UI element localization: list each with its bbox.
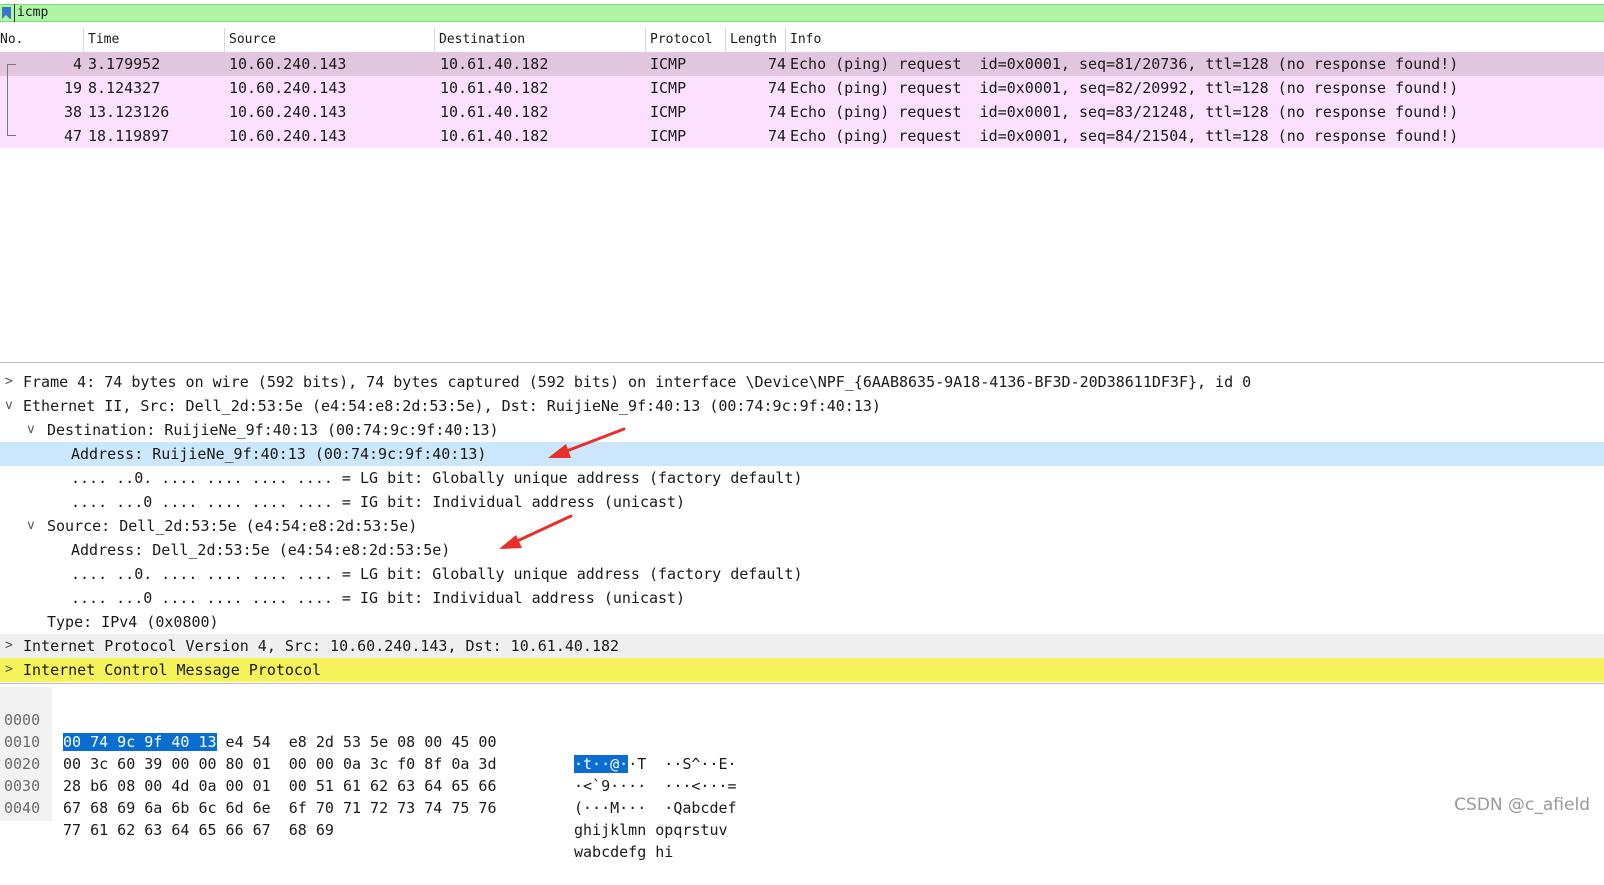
tree-item-source[interactable]: v Source: Dell_2d:53:5e (e4:54:e8:2d:53:…: [0, 514, 1604, 538]
packet-destination: 10.61.40.182: [440, 103, 549, 121]
packet-row[interactable]: 4 3.179952 10.60.240.143 10.61.40.182 IC…: [0, 52, 1604, 76]
column-header-time[interactable]: Time: [84, 28, 225, 52]
packet-protocol: ICMP: [650, 79, 687, 97]
packet-length: 74: [767, 127, 786, 145]
column-header-source[interactable]: Source: [225, 28, 435, 52]
packet-destination: 10.61.40.182: [440, 127, 549, 145]
hex-bytes: 00 74 9c 9f 40 13 e4 54 e8 2d 53 5e 08 0…: [63, 731, 497, 753]
tree-item-label: Frame 4: 74 bytes on wire (592 bits), 74…: [23, 373, 1252, 391]
tree-item-label: Type: IPv4 (0x0800): [47, 613, 219, 631]
packet-list-header: No. Time Source Destination Protocol Len…: [0, 28, 1604, 52]
hex-bytes: 67 68 69 6a 6b 6c 6d 6e 6f 70 71 72 73 7…: [63, 799, 497, 817]
column-header-destination[interactable]: Destination: [435, 28, 646, 52]
packet-protocol: ICMP: [650, 127, 687, 145]
tree-item-ig-bit[interactable]: .... ...0 .... .... .... .... = IG bit: …: [0, 490, 1604, 514]
packet-row[interactable]: 38 13.123126 10.60.240.143 10.61.40.182 …: [0, 100, 1604, 124]
tree-item-label: .... ..0. .... .... .... .... = LG bit: …: [71, 565, 803, 583]
bookmark-icon[interactable]: [2, 7, 11, 19]
ascii-text: wabcdefg hi: [574, 843, 674, 861]
tree-item-label: .... ...0 .... .... .... .... = IG bit: …: [71, 493, 686, 511]
tree-item-label: .... ..0. .... .... .... .... = LG bit: …: [71, 469, 803, 487]
packet-length: 74: [767, 103, 786, 121]
tree-item-label: Internet Control Message Protocol: [23, 661, 322, 679]
column-header-info[interactable]: Info: [786, 28, 1604, 52]
hex-bytes: 00 3c 60 39 00 00 80 01 00 00 0a 3c f0 8…: [63, 755, 497, 773]
tree-item-label: Ethernet II, Src: Dell_2d:53:5e (e4:54:e…: [23, 397, 881, 415]
hex-row[interactable]: 0030 67 68 69 6a 6b 6c 6d 6e 6f 70 71 72…: [0, 753, 728, 839]
tree-item-frame[interactable]: > Frame 4: 74 bytes on wire (592 bits), …: [0, 370, 1604, 394]
tree-item-label: Address: RuijieNe_9f:40:13 (00:74:9c:9f:…: [71, 445, 487, 463]
ascii-text: ·t··@··T ··S^··E·: [574, 753, 737, 775]
packet-info: Echo (ping) request id=0x0001, seq=81/20…: [790, 55, 1459, 73]
tree-item-label: Source: Dell_2d:53:5e (e4:54:e8:2d:53:5e…: [47, 517, 418, 535]
expand-arrow-icon[interactable]: >: [5, 658, 13, 682]
display-filter-bar[interactable]: icmp: [0, 4, 1604, 22]
packet-length: 74: [767, 55, 786, 73]
hex-bytes: 28 b6 08 00 4d 0a 00 01 00 51 61 62 63 6…: [63, 777, 497, 795]
ascii-text: ghijklmn opqrstuv: [574, 821, 728, 839]
column-header-length[interactable]: Length: [726, 28, 786, 52]
packet-info: Echo (ping) request id=0x0001, seq=83/21…: [790, 103, 1459, 121]
tree-item-label: Destination: RuijieNe_9f:40:13 (00:74:9c…: [47, 421, 499, 439]
column-header-protocol[interactable]: Protocol: [646, 28, 726, 52]
hex-bytes: 77 61 62 63 64 65 66 67 68 69: [63, 821, 334, 839]
expand-arrow-icon[interactable]: >: [5, 634, 13, 658]
hex-row[interactable]: 0010 00 3c 60 39 00 00 80 01 00 00 0a 3c…: [0, 709, 737, 795]
ascii-rest: ·T ··S^··E·: [628, 755, 737, 773]
packet-info: Echo (ping) request id=0x0001, seq=82/20…: [790, 79, 1459, 97]
packet-source: 10.60.240.143: [229, 127, 347, 145]
packet-protocol: ICMP: [650, 103, 687, 121]
packet-time: 3.179952: [88, 55, 161, 73]
conversation-bracket: [7, 64, 16, 136]
tree-item-source-address[interactable]: Address: Dell_2d:53:5e (e4:54:e8:2d:53:5…: [0, 538, 1604, 562]
ascii-text: (···M··· ·Qabcdef: [574, 799, 737, 817]
tree-item-destination-address[interactable]: Address: RuijieNe_9f:40:13 (00:74:9c:9f:…: [0, 442, 1604, 466]
selected-bytes[interactable]: 00 74 9c 9f 40 13: [63, 733, 217, 751]
packet-time: 13.123126: [88, 103, 170, 121]
packet-time: 18.119897: [88, 127, 170, 145]
hex-row[interactable]: 0020 28 b6 08 00 4d 0a 00 01 00 51 61 62…: [0, 731, 737, 817]
expand-arrow-icon[interactable]: >: [5, 370, 13, 394]
pane-divider[interactable]: [0, 683, 1604, 684]
tree-item-destination[interactable]: v Destination: RuijieNe_9f:40:13 (00:74:…: [0, 418, 1604, 442]
tree-item-label: Internet Protocol Version 4, Src: 10.60.…: [23, 637, 620, 655]
collapse-arrow-icon[interactable]: v: [5, 394, 13, 418]
hex-offset: 0040: [4, 799, 41, 817]
packet-row[interactable]: 19 8.124327 10.60.240.143 10.61.40.182 I…: [0, 76, 1604, 100]
packet-length: 74: [767, 79, 786, 97]
packet-source: 10.60.240.143: [229, 55, 347, 73]
tree-item-label: Address: Dell_2d:53:5e (e4:54:e8:2d:53:5…: [71, 541, 451, 559]
hex-row[interactable]: 0040 77 61 62 63 64 65 66 67 68 69 wabcd…: [0, 775, 673, 861]
packet-protocol: ICMP: [650, 55, 687, 73]
column-header-no[interactable]: No.: [0, 28, 84, 52]
tree-item-ipv4[interactable]: > Internet Protocol Version 4, Src: 10.6…: [0, 634, 1604, 658]
packet-time: 8.124327: [88, 79, 161, 97]
tree-item-type[interactable]: Type: IPv4 (0x0800): [0, 610, 1604, 634]
tree-item-label: .... ...0 .... .... .... .... = IG bit: …: [71, 589, 686, 607]
packet-row[interactable]: 47 18.119897 10.60.240.143 10.61.40.182 …: [0, 124, 1604, 148]
ascii-text: ·<`9···· ···<···=: [574, 777, 737, 795]
tree-item-ethernet[interactable]: v Ethernet II, Src: Dell_2d:53:5e (e4:54…: [0, 394, 1604, 418]
tree-item-icmp[interactable]: > Internet Control Message Protocol: [0, 658, 1604, 682]
selected-ascii[interactable]: ·t··@·: [574, 755, 629, 773]
tree-item-lg-bit[interactable]: .... ..0. .... .... .... .... = LG bit: …: [0, 466, 1604, 490]
packet-source: 10.60.240.143: [229, 103, 347, 121]
collapse-arrow-icon[interactable]: v: [27, 418, 35, 442]
packet-info: Echo (ping) request id=0x0001, seq=84/21…: [790, 127, 1459, 145]
packet-destination: 10.61.40.182: [440, 79, 549, 97]
packet-destination: 10.61.40.182: [440, 55, 549, 73]
watermark-text: CSDN @c_afield: [1454, 795, 1590, 815]
packet-source: 10.60.240.143: [229, 79, 347, 97]
hex-row[interactable]: 0000 00 74 9c 9f 40 13 e4 54 e8 2d 53 5e…: [0, 687, 737, 773]
tree-item-ig-bit[interactable]: .... ...0 .... .... .... .... = IG bit: …: [0, 586, 1604, 610]
collapse-arrow-icon[interactable]: v: [27, 514, 35, 538]
display-filter-input[interactable]: icmp: [14, 4, 48, 22]
packet-bytes-pane: 0000 00 74 9c 9f 40 13 e4 54 e8 2d 53 5e…: [0, 687, 1604, 861]
pane-divider[interactable]: [0, 362, 1604, 363]
hex-bytes-rest: e4 54 e8 2d 53 5e 08 00 45 00: [216, 733, 497, 751]
tree-item-lg-bit[interactable]: .... ..0. .... .... .... .... = LG bit: …: [0, 562, 1604, 586]
